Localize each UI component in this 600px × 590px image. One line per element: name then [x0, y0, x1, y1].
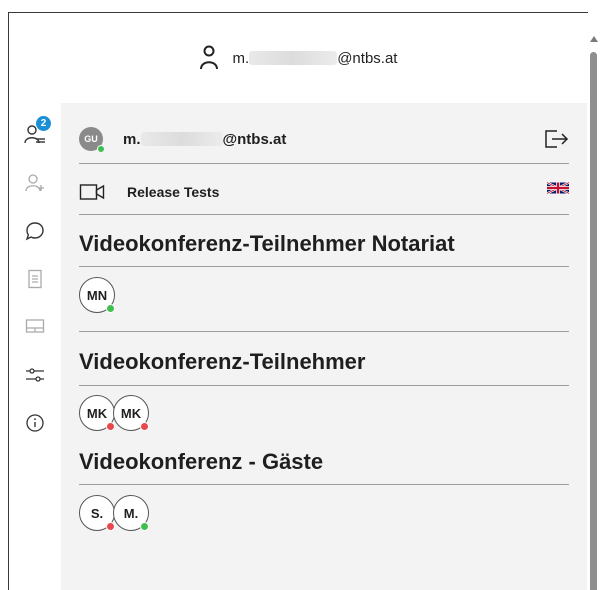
participants-nav-item[interactable]: 2: [23, 116, 51, 147]
scroll-up-arrow-icon[interactable]: [590, 36, 598, 42]
divider: [79, 214, 569, 215]
participants-notariat: MN: [79, 277, 569, 313]
side-rail: 2: [9, 103, 61, 590]
account-bar: m. @ntbs.at: [9, 13, 587, 103]
divider: [79, 266, 569, 267]
participants-panel: GU m. @ntbs.at Release Tests Videokonfer…: [61, 103, 587, 590]
document-nav-item[interactable]: [23, 267, 47, 291]
participant-initials: MN: [86, 287, 108, 303]
online-status-dot: [140, 522, 149, 531]
notification-badge: 2: [36, 116, 51, 131]
participant-initials: MK: [86, 405, 108, 421]
participant-initials: M.: [123, 505, 139, 521]
chat-nav-item[interactable]: [23, 219, 47, 243]
add-user-icon: [25, 174, 44, 192]
uk-flag-icon[interactable]: [547, 181, 569, 195]
settings-nav-item[interactable]: [23, 363, 47, 387]
current-user-email: m. @ntbs.at: [123, 131, 286, 148]
current-user-email-prefix: m.: [123, 130, 141, 148]
scrollbar[interactable]: [588, 14, 600, 590]
screen-icon: [25, 319, 45, 333]
sliders-icon: [26, 368, 44, 382]
whiteboard-nav-item[interactable]: [23, 315, 47, 339]
app-frame: m. @ntbs.at 2 GU m. @ntbs.at Release Tes…: [8, 12, 588, 590]
section-title-notariat: Videokonferenz-Teilnehmer Notariat: [79, 231, 455, 256]
offline-status-dot: [106, 422, 115, 431]
chat-bubble-icon: [25, 222, 44, 241]
info-icon: [26, 414, 44, 432]
video-camera-icon: [79, 184, 105, 200]
account-email-domain: @ntbs.at: [337, 49, 398, 67]
document-icon: [28, 269, 42, 289]
current-user-initials: GU: [84, 134, 98, 144]
account-email[interactable]: m. @ntbs.at: [233, 50, 398, 67]
section-title-teilnehmer: Videokonferenz-Teilnehmer: [79, 349, 366, 374]
participant-avatar[interactable]: MK: [79, 395, 115, 431]
redacted-text: [140, 132, 223, 146]
participants-teilnehmer: MK MK: [79, 395, 569, 431]
participant-avatar[interactable]: MK: [113, 395, 149, 431]
add-user-nav-item[interactable]: [23, 171, 47, 195]
participant-avatar[interactable]: M.: [113, 495, 149, 531]
participant-initials: MK: [120, 405, 142, 421]
section-title-gaeste: Videokonferenz - Gäste: [79, 449, 324, 474]
online-status-dot: [97, 145, 105, 153]
divider: [79, 385, 569, 386]
account-email-prefix: m.: [232, 49, 250, 67]
divider: [79, 484, 569, 485]
participant-avatar[interactable]: MN: [79, 277, 115, 313]
current-user-row: GU m. @ntbs.at: [79, 117, 569, 161]
participants-gaeste: S. M.: [79, 495, 569, 531]
participant-initials: S.: [90, 505, 104, 521]
participant-avatar[interactable]: S.: [79, 495, 115, 531]
current-user-avatar: GU: [79, 127, 105, 153]
room-label: Release Tests: [127, 184, 220, 200]
scrollbar-thumb[interactable]: [590, 52, 597, 590]
room-row: Release Tests: [79, 177, 569, 207]
current-user-email-domain: @ntbs.at: [222, 130, 287, 148]
divider: [79, 163, 569, 164]
divider: [79, 331, 569, 332]
offline-status-dot: [140, 422, 149, 431]
offline-status-dot: [106, 522, 115, 531]
online-status-dot: [106, 304, 115, 313]
user-icon[interactable]: [199, 45, 219, 71]
info-nav-item[interactable]: [23, 411, 47, 435]
logout-icon[interactable]: [543, 127, 569, 151]
redacted-text: [249, 51, 338, 65]
